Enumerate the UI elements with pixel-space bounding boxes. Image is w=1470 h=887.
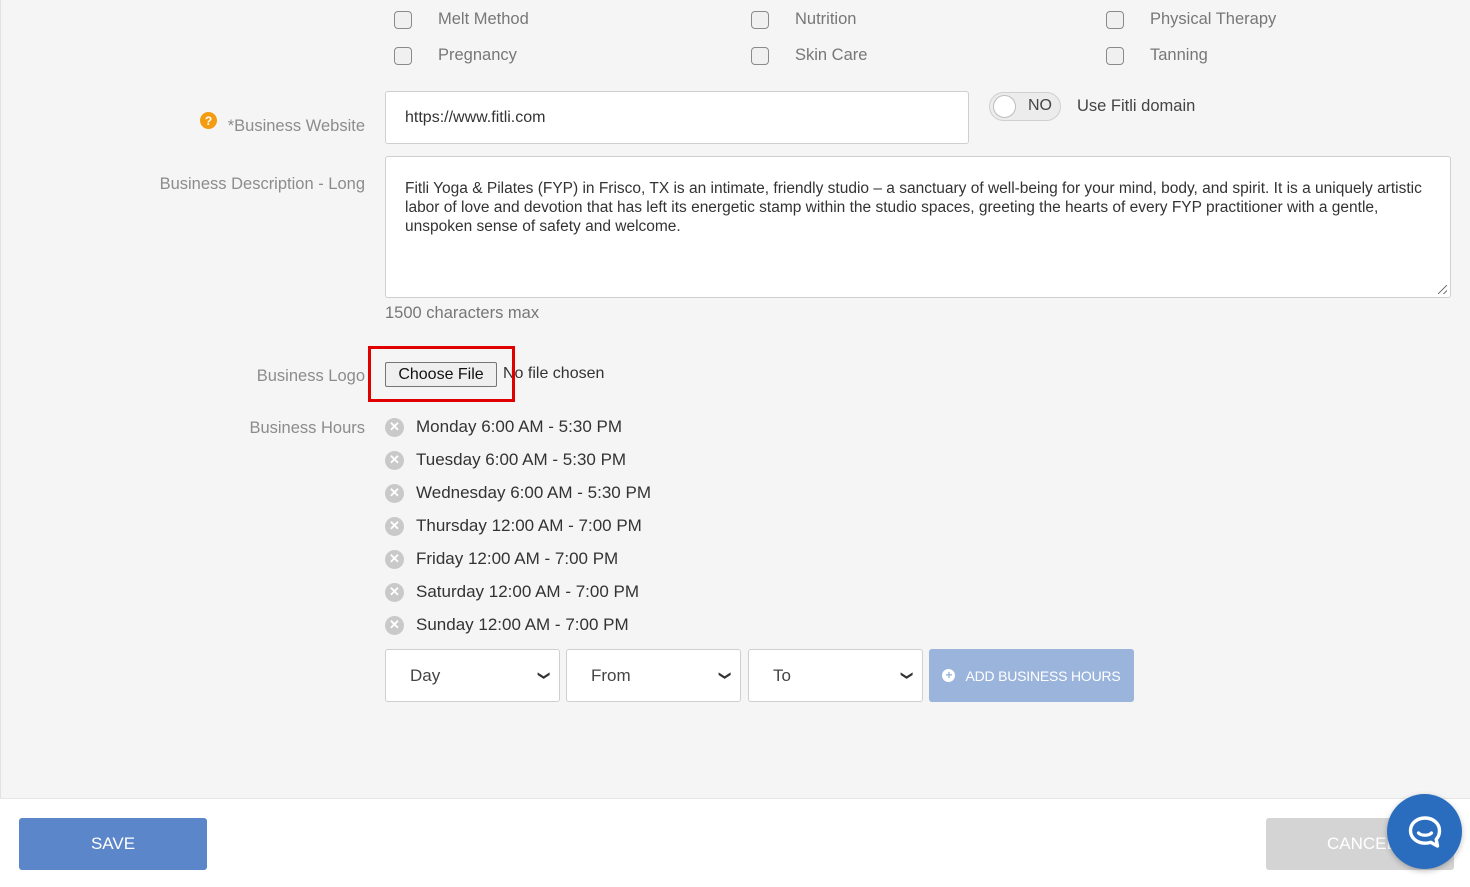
hours-row: ✕ Tuesday 6:00 AM - 5:30 PM <box>385 450 626 470</box>
checkbox[interactable] <box>751 46 769 65</box>
help-icon[interactable]: ? <box>200 112 217 129</box>
hours-text: Sunday 12:00 AM - 7:00 PM <box>416 615 629 634</box>
remove-icon[interactable]: ✕ <box>385 549 404 569</box>
hours-row: ✕ Thursday 12:00 AM - 7:00 PM <box>385 516 642 536</box>
business-hours-label: Business Hours <box>249 419 365 437</box>
business-description-textarea[interactable]: Fitli Yoga & Pilates (FYP) in Frisco, TX… <box>385 156 1451 298</box>
business-website-label: *Business Website <box>227 117 365 135</box>
add-business-hours-label: ADD BUSINESS HOURS <box>965 667 1121 684</box>
category-label: Nutrition <box>795 10 857 28</box>
description-text: Fitli Yoga & Pilates (FYP) in Frisco, TX… <box>405 180 1422 235</box>
hours-row: ✕ Wednesday 6:00 AM - 5:30 PM <box>385 483 651 503</box>
hours-row: ✕ Monday 6:00 AM - 5:30 PM <box>385 417 622 437</box>
remove-icon[interactable]: ✕ <box>385 483 404 503</box>
category-pregnancy[interactable]: Pregnancy <box>394 46 517 65</box>
hours-row: ✕ Sunday 12:00 AM - 7:00 PM <box>385 615 629 635</box>
hours-text: Thursday 12:00 AM - 7:00 PM <box>416 516 642 535</box>
chat-icon <box>1408 815 1441 848</box>
hours-text: Friday 12:00 AM - 7:00 PM <box>416 549 619 568</box>
remove-icon[interactable]: ✕ <box>385 615 404 635</box>
remove-icon[interactable]: ✕ <box>385 516 404 536</box>
chat-widget-button[interactable] <box>1387 794 1462 869</box>
from-select-value: From <box>591 666 631 685</box>
highlight-box <box>368 346 515 402</box>
toggle-state: NO <box>1028 97 1052 114</box>
remove-icon[interactable]: ✕ <box>385 450 404 470</box>
char-limit-note: 1500 characters max <box>385 304 540 322</box>
hours-text: Monday 6:00 AM - 5:30 PM <box>416 417 622 436</box>
add-business-hours-button[interactable]: + ADD BUSINESS HOURS <box>929 649 1134 702</box>
category-label: Tanning <box>1150 46 1208 64</box>
fitli-domain-label: Use Fitli domain <box>1077 97 1196 115</box>
remove-icon[interactable]: ✕ <box>385 582 404 602</box>
footer-bar <box>0 798 1470 887</box>
resize-grip-icon[interactable] <box>1438 285 1447 294</box>
category-skin-care[interactable]: Skin Care <box>751 46 867 65</box>
category-label: Pregnancy <box>438 46 517 64</box>
chevron-down-icon: ❯ <box>718 670 733 681</box>
form-panel: Melt Method Nutrition Physical Therapy P… <box>0 0 1470 798</box>
category-physical-therapy[interactable]: Physical Therapy <box>1106 10 1276 29</box>
business-website-input[interactable]: https://www.fitli.com <box>385 91 969 144</box>
category-label: Skin Care <box>795 46 868 64</box>
checkbox[interactable] <box>394 10 412 29</box>
day-select[interactable]: Day ❯ <box>385 649 560 702</box>
hours-row: ✕ Friday 12:00 AM - 7:00 PM <box>385 549 618 569</box>
save-button[interactable]: SAVE <box>19 818 207 870</box>
from-select[interactable]: From ❯ <box>566 649 741 702</box>
category-label: Melt Method <box>438 10 529 28</box>
toggle-knob <box>993 95 1016 118</box>
day-select-value: Day <box>410 666 441 685</box>
checkbox[interactable] <box>751 10 769 29</box>
chevron-down-icon: ❯ <box>900 670 915 681</box>
hours-text: Tuesday 6:00 AM - 5:30 PM <box>416 450 627 469</box>
plus-icon: + <box>942 669 956 682</box>
checkbox[interactable] <box>394 46 412 65</box>
category-tanning[interactable]: Tanning <box>1106 46 1208 65</box>
file-status: No file chosen <box>503 365 605 382</box>
checkbox[interactable] <box>1106 10 1124 29</box>
hours-text: Saturday 12:00 AM - 7:00 PM <box>416 582 640 601</box>
remove-icon[interactable]: ✕ <box>385 417 404 437</box>
category-melt-method[interactable]: Melt Method <box>394 10 529 29</box>
category-label: Physical Therapy <box>1150 10 1277 28</box>
hours-text: Wednesday 6:00 AM - 5:30 PM <box>416 483 651 502</box>
business-logo-label: Business Logo <box>256 367 365 385</box>
category-nutrition[interactable]: Nutrition <box>751 10 856 29</box>
hours-row: ✕ Saturday 12:00 AM - 7:00 PM <box>385 582 639 602</box>
business-description-label: Business Description - Long <box>159 175 365 193</box>
to-select-value: To <box>773 666 791 685</box>
checkbox[interactable] <box>1106 46 1124 65</box>
chevron-down-icon: ❯ <box>537 670 552 681</box>
fitli-domain-toggle[interactable]: NO <box>989 92 1061 121</box>
to-select[interactable]: To ❯ <box>748 649 923 702</box>
